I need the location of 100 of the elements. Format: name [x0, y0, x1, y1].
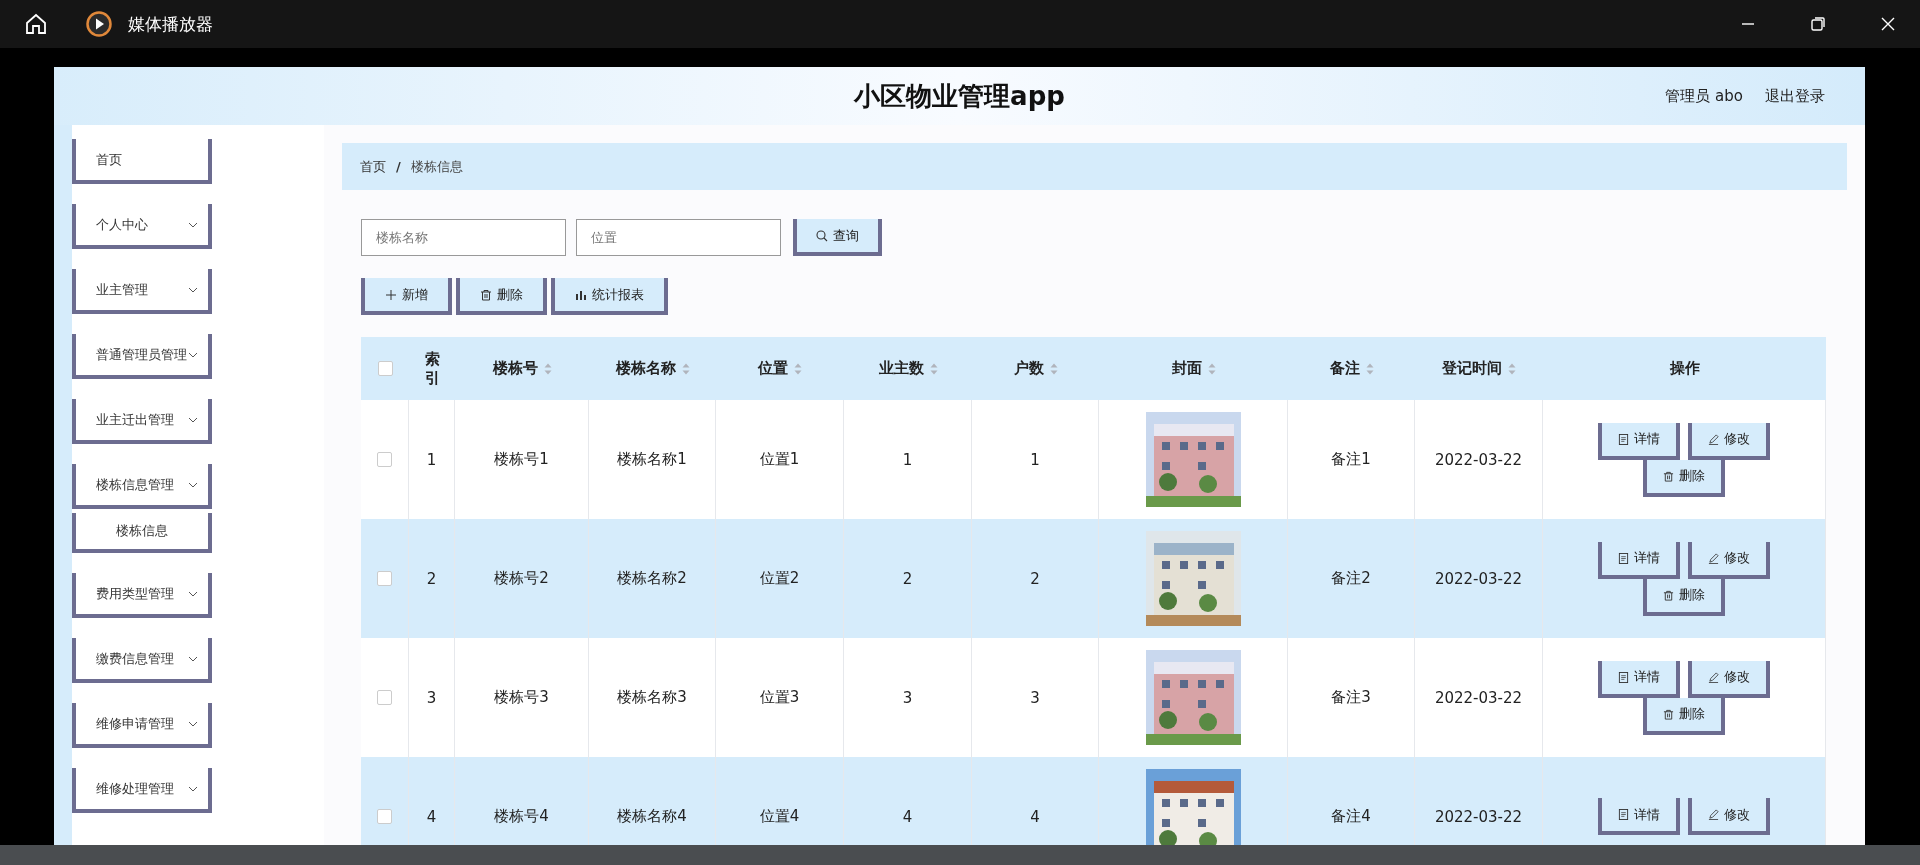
table-cell: 2: [902, 569, 913, 588]
search-button[interactable]: 查询: [793, 219, 882, 256]
pencil-icon: [1708, 433, 1719, 445]
table-cell: 4: [902, 807, 913, 826]
row-checkbox[interactable]: [377, 452, 392, 467]
row-action-button[interactable]: 详情: [1598, 798, 1680, 835]
toolbar-button[interactable]: 统计报表: [551, 278, 668, 315]
column-header: 操作: [1669, 359, 1700, 378]
row-checkbox[interactable]: [377, 809, 392, 824]
chevron-icon: [188, 655, 198, 662]
row-action-button[interactable]: 详情: [1598, 660, 1680, 698]
sidebar-item[interactable]: 楼栋信息管理: [72, 464, 212, 509]
table-cell: 位置2: [759, 569, 800, 588]
sidebar-item[interactable]: 缴费信息管理: [72, 638, 212, 683]
toolbar-button[interactable]: 新增: [361, 278, 452, 315]
row-action-button[interactable]: 修改: [1688, 541, 1770, 579]
sort-icon[interactable]: [1508, 362, 1516, 375]
search-field[interactable]: 楼栋名称: [361, 219, 566, 256]
trash-icon: [1663, 589, 1674, 601]
sort-icon[interactable]: [1207, 362, 1216, 375]
table-cell: 2022-03-22: [1434, 807, 1523, 826]
table-cell: 4: [426, 807, 437, 826]
home-icon[interactable]: [24, 12, 48, 36]
table-cell: 3: [426, 688, 437, 707]
breadcrumb-item[interactable]: 首页: [360, 157, 386, 176]
sidebar-item[interactable]: 维修处理管理: [72, 768, 212, 813]
pencil-icon: [1708, 552, 1719, 564]
table-cell: 楼栋号2: [494, 569, 549, 588]
table-cell: 1: [1030, 450, 1040, 469]
pencil-icon: [1708, 809, 1719, 820]
sidebar-item[interactable]: 业主管理: [72, 269, 212, 314]
column-header: 楼栋号: [492, 359, 538, 378]
restore-icon[interactable]: [1810, 16, 1826, 32]
bar-chart-icon: [575, 288, 587, 301]
sidebar-item[interactable]: 维修申请管理: [72, 703, 212, 748]
row-action-button[interactable]: 详情: [1598, 422, 1680, 460]
breadcrumb-separator: /: [396, 159, 401, 174]
table-cell: 楼栋号4: [494, 807, 549, 826]
row-action-button[interactable]: 删除: [1643, 459, 1725, 497]
chevron-icon: [188, 416, 198, 423]
column-header: 索引: [423, 349, 441, 388]
table-cell: 楼栋名称3: [617, 688, 687, 707]
chevron-icon: [188, 481, 198, 488]
sort-icon[interactable]: [1365, 362, 1374, 375]
column-header: 封面: [1171, 359, 1202, 378]
logout-link[interactable]: 退出登录: [1765, 87, 1825, 106]
row-action-button[interactable]: 详情: [1598, 541, 1680, 579]
table-cell: 2: [426, 569, 437, 588]
sort-icon[interactable]: [929, 362, 938, 375]
sort-icon[interactable]: [543, 362, 552, 375]
table-cell: 2022-03-22: [1434, 688, 1523, 707]
close-icon[interactable]: [1880, 16, 1896, 32]
row-action-button[interactable]: 修改: [1688, 422, 1770, 460]
pencil-icon: [1708, 671, 1719, 683]
sidebar-item[interactable]: 业主迁出管理: [72, 399, 212, 444]
document-icon: [1618, 552, 1629, 564]
column-header: 业主数: [878, 359, 924, 378]
table-cell: 位置1: [759, 450, 800, 469]
table-cell: 3: [1030, 688, 1040, 707]
sort-icon[interactable]: [681, 362, 690, 375]
row-action-button[interactable]: 修改: [1688, 660, 1770, 698]
window-title: 媒体播放器: [128, 12, 213, 36]
table-cell: 4: [1030, 807, 1040, 826]
table-cell: 3: [902, 688, 913, 707]
sort-icon[interactable]: [794, 362, 802, 375]
row-action-button[interactable]: 修改: [1688, 798, 1770, 835]
sidebar-item[interactable]: 首页: [72, 139, 212, 184]
sidebar-item[interactable]: 费用类型管理: [72, 573, 212, 618]
document-icon: [1618, 671, 1629, 683]
row-action-button[interactable]: 删除: [1643, 578, 1725, 616]
document-icon: [1618, 809, 1629, 820]
document-icon: [1618, 433, 1629, 445]
trash-icon: [1663, 470, 1674, 482]
chevron-icon: [188, 351, 198, 358]
row-checkbox[interactable]: [377, 690, 392, 705]
search-field[interactable]: 位置: [576, 219, 781, 256]
toolbar-button[interactable]: 删除: [456, 278, 547, 315]
sidebar-item[interactable]: 普通管理员管理: [72, 334, 212, 379]
breadcrumb-item[interactable]: 楼栋信息: [410, 157, 463, 176]
column-header: 备注: [1329, 359, 1360, 378]
user-label: 管理员 abo: [1665, 87, 1743, 106]
table-cell: 备注2: [1331, 569, 1371, 588]
column-header: 登记时间: [1442, 359, 1502, 378]
table-cell: 楼栋名称4: [617, 807, 687, 826]
row-checkbox[interactable]: [377, 571, 392, 586]
sidebar-item[interactable]: 个人中心: [72, 204, 212, 249]
table-cell: 备注4: [1331, 807, 1371, 826]
chevron-icon: [188, 590, 198, 597]
select-all-checkbox[interactable]: [377, 361, 393, 376]
table-cell: 1: [902, 450, 913, 469]
table-cell: 2022-03-22: [1434, 569, 1523, 588]
plus-icon: [385, 288, 397, 301]
chevron-icon: [188, 785, 198, 792]
column-header: 户数: [1013, 359, 1044, 378]
table-cell: 楼栋名称2: [617, 569, 687, 588]
column-header: 位置: [758, 359, 788, 378]
sort-icon[interactable]: [1049, 362, 1058, 375]
chevron-icon: [188, 286, 198, 293]
sidebar-subitem[interactable]: 楼栋信息: [72, 513, 212, 553]
row-action-button[interactable]: 删除: [1643, 697, 1725, 735]
